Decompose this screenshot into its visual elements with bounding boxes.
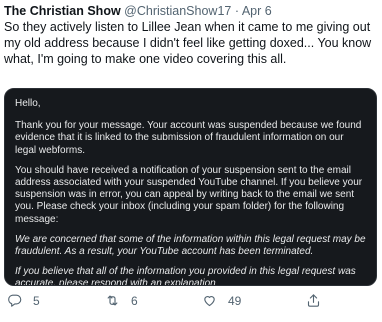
email-quote: If you believe that all of the informati… bbox=[15, 266, 356, 286]
reply-button[interactable]: 5 bbox=[7, 293, 40, 308]
tweet-actions: 5 6 49 bbox=[0, 293, 382, 317]
share-button[interactable] bbox=[306, 293, 321, 308]
like-count: 49 bbox=[228, 293, 242, 308]
tweet[interactable]: The Christian Show @ChristianShow17 · Ap… bbox=[0, 0, 382, 322]
tweet-text: So they actively listen to Lillee Jean w… bbox=[4, 20, 372, 66]
email-screenshot: Hello, Thank you for your message. Your … bbox=[5, 89, 376, 286]
tweet-header: The Christian Show @ChristianShow17 · Ap… bbox=[4, 3, 272, 19]
separator-dot: · bbox=[234, 4, 240, 18]
share-icon bbox=[307, 294, 320, 307]
email-quote: We are concerned that some of the inform… bbox=[15, 233, 366, 258]
email-paragraph: Thank you for your message. Your account… bbox=[15, 120, 362, 156]
reply-count: 5 bbox=[33, 293, 40, 308]
author-name[interactable]: The Christian Show bbox=[4, 4, 121, 18]
attached-image[interactable]: Hello, Thank you for your message. Your … bbox=[4, 88, 377, 286]
tweet-date[interactable]: Apr 6 bbox=[242, 4, 272, 18]
heart-icon bbox=[204, 296, 215, 307]
email-greeting: Hello, bbox=[15, 98, 41, 109]
like-button[interactable]: 49 bbox=[202, 293, 241, 308]
retweet-button[interactable]: 6 bbox=[105, 293, 138, 308]
retweet-icon bbox=[107, 295, 118, 306]
reply-icon bbox=[8, 294, 22, 307]
retweet-count: 6 bbox=[131, 293, 138, 308]
email-paragraph: You should have received a notification … bbox=[15, 164, 363, 225]
author-handle[interactable]: @ChristianShow17 bbox=[124, 4, 231, 18]
